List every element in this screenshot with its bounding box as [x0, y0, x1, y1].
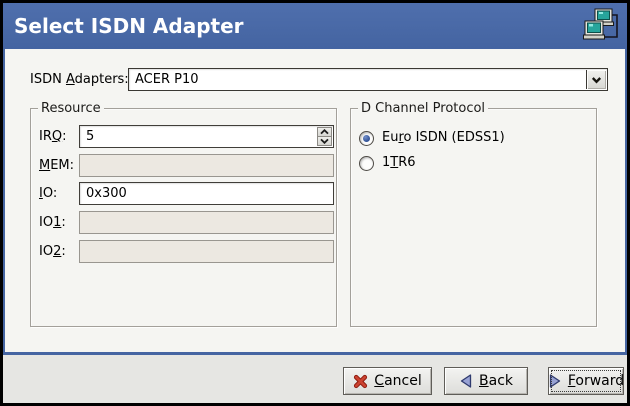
forward-button[interactable]: Forward — [548, 367, 624, 395]
mem-label: MEM: — [39, 154, 74, 177]
titlebar[interactable]: Select ISDN Adapter — [3, 3, 627, 49]
isdn-adapter-combobox[interactable]: ACER P10 — [128, 68, 608, 91]
radio-button[interactable] — [359, 131, 374, 146]
io-field[interactable] — [79, 182, 334, 205]
back-button[interactable]: Back — [444, 367, 528, 395]
spin-down-button[interactable] — [317, 137, 332, 146]
dialog-window: Select ISDN Adapter ISDN Adapters: ACER … — [0, 0, 630, 406]
dropdown-arrow-button[interactable] — [586, 70, 606, 89]
d-channel-protocol-group-title: D Channel Protocol — [358, 100, 488, 117]
isdn-adapters-label: ISDN Adapters: — [30, 68, 129, 91]
cancel-x-icon — [353, 374, 368, 389]
irq-label: IRQ: — [39, 125, 67, 148]
radio-option-1tr6[interactable]: 1TR6 — [359, 155, 416, 171]
radio-button[interactable] — [359, 156, 374, 171]
back-arrow-icon — [459, 373, 473, 389]
forward-button-label: Forward — [568, 373, 624, 389]
d-channel-protocol-groupbox: D Channel Protocol Euro ISDN (EDSS1) 1TR… — [350, 108, 597, 327]
irq-input[interactable] — [81, 127, 315, 146]
io-input[interactable] — [81, 184, 331, 203]
forward-arrow-icon — [548, 373, 562, 389]
button-strip — [3, 355, 627, 403]
cancel-button-label: Cancel — [374, 373, 421, 389]
radio-euro-isdn-label: Euro ISDN (EDSS1) — [382, 130, 505, 146]
spin-up-icon — [320, 129, 329, 135]
network-computers-icon — [582, 7, 620, 45]
mem-field — [79, 154, 334, 177]
io2-field — [79, 240, 334, 263]
io1-label: IO1: — [39, 211, 66, 234]
io-label: IO: — [39, 182, 57, 205]
resource-group-title: Resource — [38, 100, 104, 117]
combobox-value: ACER P10 — [135, 69, 199, 90]
io1-field — [79, 211, 334, 234]
spin-down-icon — [320, 138, 329, 144]
dropdown-arrow-icon — [591, 76, 602, 84]
resource-groupbox: Resource IRQ: MEM: IO: — [30, 108, 337, 327]
dialog-title: Select ISDN Adapter — [14, 3, 244, 49]
radio-option-euro-isdn[interactable]: Euro ISDN (EDSS1) — [359, 130, 505, 146]
back-button-label: Back — [479, 373, 513, 389]
cancel-button[interactable]: Cancel — [343, 367, 432, 395]
radio-1tr6-label: 1TR6 — [382, 155, 416, 171]
irq-spinner — [317, 127, 332, 146]
io2-label: IO2: — [39, 240, 66, 263]
spin-up-button[interactable] — [317, 127, 332, 137]
irq-spinbutton[interactable] — [79, 125, 334, 148]
